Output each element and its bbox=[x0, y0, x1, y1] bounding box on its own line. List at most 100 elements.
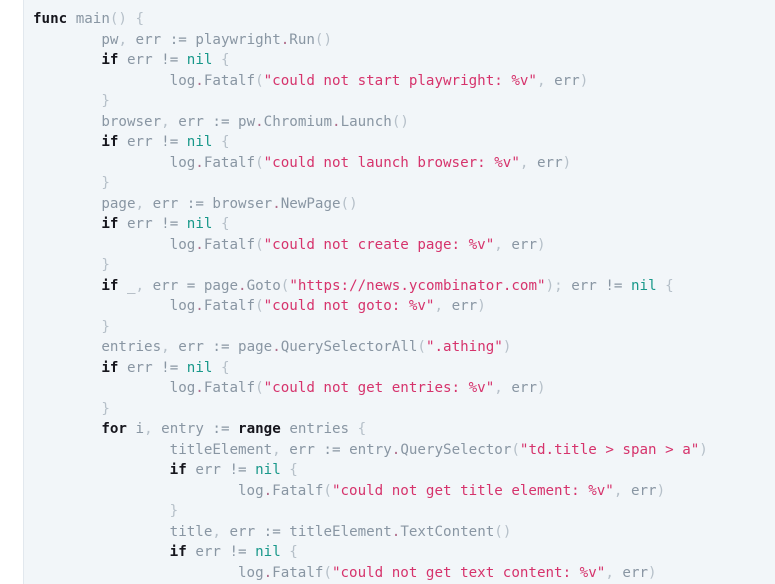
code-token-ident: err bbox=[622, 564, 649, 581]
code-token-nil: nil bbox=[255, 462, 281, 478]
code-token-punct: , bbox=[161, 339, 179, 355]
code-line: titleElement, err := entry.QuerySelector… bbox=[33, 440, 775, 461]
code-token-punct: , bbox=[135, 277, 153, 294]
code-token-nil: nil bbox=[630, 277, 657, 294]
code-line: if err != nil { bbox=[33, 132, 775, 153]
code-token-ident: err bbox=[229, 523, 256, 540]
code-token-punct: , bbox=[494, 380, 512, 396]
code-token-prop: QuerySelector bbox=[400, 441, 512, 458]
code-token-prop: Fatalf bbox=[203, 236, 256, 253]
code-token-punct: ( bbox=[255, 154, 264, 171]
code-token-nil: nil bbox=[255, 544, 281, 560]
code-block[interactable]: func main() { pw, err := playwright.Run(… bbox=[23, 0, 775, 584]
code-token-punct bbox=[118, 278, 127, 294]
code-line: if err != nil { bbox=[33, 50, 775, 71]
code-token-prop: QuerySelectorAll bbox=[280, 339, 418, 355]
code-token-ident: err bbox=[630, 482, 657, 499]
code-token-prop: NewPage bbox=[280, 195, 341, 212]
code-line: } bbox=[33, 399, 775, 420]
code-token-ident: i bbox=[135, 421, 145, 437]
code-line: } bbox=[33, 173, 775, 194]
code-token-punct: , bbox=[494, 236, 512, 253]
code-line: log.Fatalf("could not get text content: … bbox=[33, 563, 775, 584]
code-token-op: != bbox=[152, 134, 187, 150]
code-token-ident: _ bbox=[126, 277, 136, 294]
code-token-ident: log bbox=[169, 154, 196, 171]
code-token-punct: ) bbox=[536, 380, 546, 396]
code-token-kw: if bbox=[169, 544, 187, 560]
code-token-ident: log bbox=[169, 236, 196, 253]
code-token-prop: Fatalf bbox=[203, 154, 256, 171]
code-token-op: := bbox=[203, 421, 239, 437]
code-token-ident: browser bbox=[212, 195, 273, 212]
code-token-punct: { bbox=[280, 462, 298, 478]
code-token-punct: } bbox=[101, 257, 110, 273]
code-token-prop: Fatalf bbox=[272, 482, 324, 499]
code-token-punct: { bbox=[212, 134, 230, 150]
code-token-prop: Fatalf bbox=[272, 564, 324, 581]
code-token-punct: () bbox=[314, 31, 333, 48]
code-token-dot: . bbox=[195, 154, 204, 171]
code-token-str: "could not goto: %v" bbox=[263, 298, 435, 314]
code-token-kw: if bbox=[101, 134, 119, 150]
code-token-punct: ) bbox=[536, 236, 546, 253]
code-token-str: "could not get entries: %v" bbox=[263, 380, 495, 396]
code-token-punct: ); bbox=[545, 277, 572, 294]
code-token-ident: err bbox=[554, 72, 580, 89]
code-token-punct: } bbox=[169, 503, 179, 519]
code-token-punct: , bbox=[212, 523, 230, 540]
code-token-ident: err bbox=[571, 277, 597, 294]
code-token-punct: ) bbox=[579, 72, 589, 89]
code-token-op: := bbox=[161, 31, 196, 48]
code-line: log.Fatalf("could not start playwright: … bbox=[33, 71, 775, 92]
code-line: if err != nil { bbox=[33, 542, 775, 563]
code-token-op: != bbox=[152, 216, 187, 232]
code-line: } bbox=[33, 91, 775, 112]
code-token-str: "could not get text content: %v" bbox=[331, 564, 606, 581]
code-token-punct: { bbox=[280, 544, 298, 560]
code-token-dot: . bbox=[195, 298, 204, 314]
code-token-prop: Goto bbox=[246, 277, 281, 294]
code-token-prop: TextContent bbox=[400, 523, 495, 540]
code-token-ident: err bbox=[126, 134, 153, 150]
code-token-punct: { bbox=[349, 421, 367, 437]
code-token-punct: () bbox=[340, 195, 358, 212]
code-token-dot: . bbox=[195, 380, 204, 396]
code-token-punct: , bbox=[605, 564, 623, 581]
code-token-op: := bbox=[203, 339, 239, 355]
code-token-punct: ) bbox=[699, 441, 708, 458]
code-token-prop: Chromium bbox=[263, 113, 333, 130]
code-token-dot: . bbox=[255, 113, 264, 130]
code-token-prop: Fatalf bbox=[203, 380, 256, 396]
code-line: log.Fatalf("could not launch browser: %v… bbox=[33, 153, 775, 174]
code-token-ident: err bbox=[511, 380, 537, 396]
code-line: browser, err := pw.Chromium.Launch() bbox=[33, 112, 775, 133]
code-token-op: != bbox=[596, 277, 631, 294]
code-lines-container: func main() { pw, err := playwright.Run(… bbox=[24, 0, 775, 583]
code-token-ident: main bbox=[75, 11, 110, 27]
code-token-ident: err bbox=[126, 52, 153, 68]
code-token-prop: Launch bbox=[340, 113, 392, 130]
code-token-ident: log bbox=[238, 564, 264, 581]
code-token-punct: ( bbox=[255, 298, 264, 314]
code-token-punct: } bbox=[101, 93, 110, 109]
code-token-ident: log bbox=[169, 380, 196, 396]
code-line: } bbox=[33, 255, 775, 276]
code-line: for i, entry := range entries { bbox=[33, 419, 775, 440]
code-token-kw: for bbox=[101, 421, 127, 437]
